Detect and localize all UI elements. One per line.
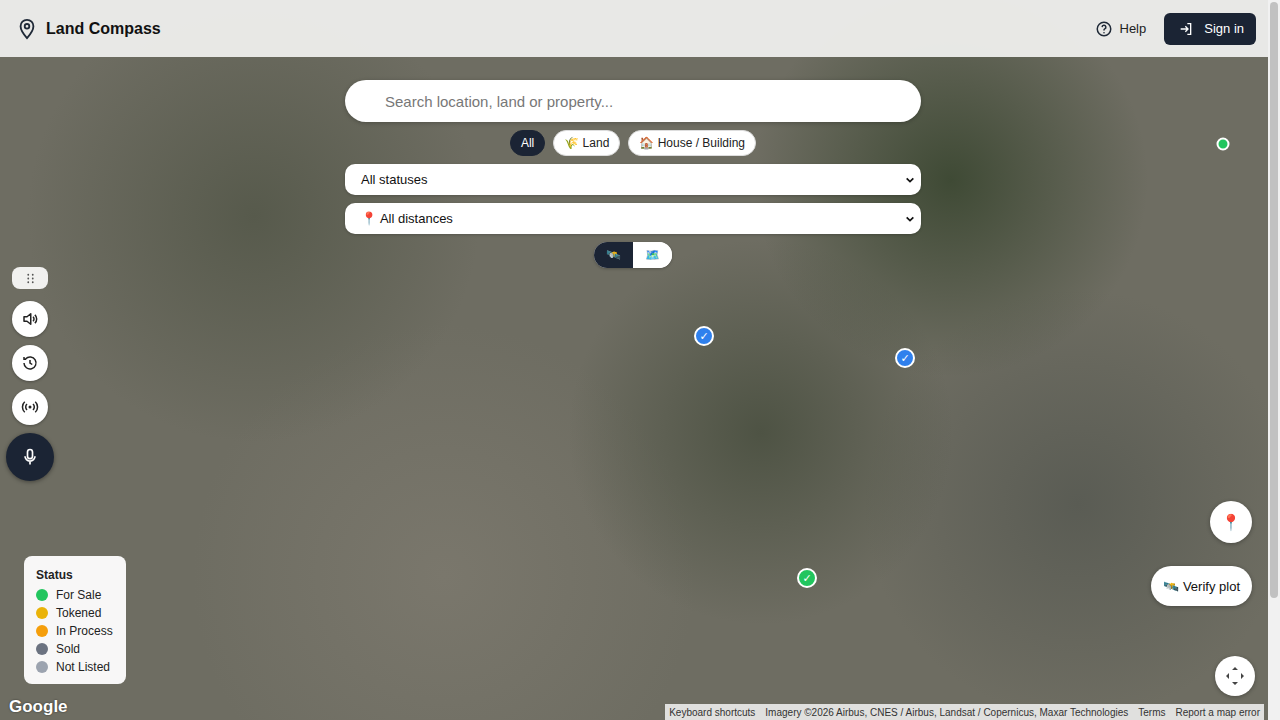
map-pin[interactable]: ✓ bbox=[694, 326, 714, 346]
verified-mark: ✓ bbox=[699, 331, 708, 342]
voice-search-button[interactable] bbox=[6, 433, 54, 481]
attribution-link[interactable]: Terms bbox=[1138, 707, 1165, 718]
camera-control-button[interactable] bbox=[1215, 656, 1255, 696]
status-dot bbox=[36, 625, 48, 637]
grip-icon bbox=[26, 273, 35, 284]
map-type-toggle: 🛰️🗺️ bbox=[594, 242, 672, 268]
status-select[interactable]: All statuses bbox=[345, 164, 921, 195]
map-type-option[interactable]: 🛰️ bbox=[594, 242, 633, 268]
type-filter-chip[interactable]: 🏠 House / Building bbox=[628, 130, 756, 156]
verified-mark: ✓ bbox=[900, 353, 909, 364]
brand-name: Land Compass bbox=[46, 20, 161, 38]
legend-item: Sold bbox=[36, 642, 114, 656]
sign-in-icon bbox=[1178, 21, 1194, 37]
history-button[interactable] bbox=[12, 345, 48, 381]
locate-button[interactable]: 📍 bbox=[1210, 501, 1252, 543]
broadcast-icon bbox=[21, 398, 39, 416]
search-input[interactable]: Search location, land or property... bbox=[345, 80, 921, 122]
land-compass-page: ✓ ✓ ✓ Land Compass Help Sign in Search loc… bbox=[0, 0, 1280, 720]
help-button[interactable]: Help bbox=[1091, 16, 1151, 42]
top-bar: Land Compass Help Sign in bbox=[0, 0, 1268, 57]
legend-title: Status bbox=[36, 568, 114, 582]
legend-item: In Process bbox=[36, 624, 114, 638]
distance-select[interactable]: 📍 All distances bbox=[345, 203, 921, 234]
type-filters: All 🌾 Land 🏠 House / Building bbox=[510, 130, 756, 156]
chevron-down-icon bbox=[905, 175, 915, 185]
status-legend: Status For Sale Tokened In Process Sold … bbox=[24, 556, 126, 684]
microphone-icon bbox=[20, 447, 40, 467]
scrollbar-thumb[interactable] bbox=[1270, 2, 1278, 598]
verified-mark: ✓ bbox=[802, 573, 811, 584]
scrollbar[interactable] bbox=[1268, 0, 1280, 720]
map-pin[interactable]: ✓ bbox=[797, 568, 817, 588]
attribution-link[interactable]: Report a map error bbox=[1176, 707, 1260, 718]
history-icon bbox=[21, 354, 39, 372]
map-type-option[interactable]: 🗺️ bbox=[633, 242, 672, 268]
sign-in-button[interactable]: Sign in bbox=[1164, 13, 1256, 45]
map-attribution: Keyboard shortcuts Imagery ©2026 Airbus, … bbox=[665, 704, 1264, 720]
chevron-down-icon bbox=[905, 214, 915, 224]
sound-button[interactable] bbox=[12, 301, 48, 337]
attribution-link[interactable]: Imagery ©2026 Airbus, CNES / Airbus, Lan… bbox=[765, 707, 1128, 718]
search-panel: Search location, land or property... All… bbox=[345, 80, 921, 268]
status-dot bbox=[36, 589, 48, 601]
drag-handle[interactable] bbox=[12, 267, 48, 289]
type-filter-chip[interactable]: 🌾 Land bbox=[553, 130, 620, 156]
google-logo: Google bbox=[9, 697, 68, 717]
verify-plot-button[interactable]: 🛰️ Verify plot bbox=[1151, 566, 1252, 606]
status-dot bbox=[36, 661, 48, 673]
move-arrows-icon bbox=[1223, 664, 1247, 688]
map-pin[interactable] bbox=[1217, 138, 1230, 151]
search-placeholder: Search location, land or property... bbox=[385, 93, 613, 110]
attribution-link[interactable]: Keyboard shortcuts bbox=[669, 707, 755, 718]
legend-item: Tokened bbox=[36, 606, 114, 620]
map-pin[interactable]: ✓ bbox=[895, 348, 915, 368]
status-dot bbox=[36, 643, 48, 655]
brand[interactable]: Land Compass bbox=[16, 18, 161, 40]
left-toolbar bbox=[6, 267, 54, 481]
broadcast-button[interactable] bbox=[12, 389, 48, 425]
type-filter-chip[interactable]: All bbox=[510, 130, 545, 156]
legend-item: Not Listed bbox=[36, 660, 114, 674]
help-icon bbox=[1095, 20, 1113, 38]
speaker-icon bbox=[21, 310, 39, 328]
legend-item: For Sale bbox=[36, 588, 114, 602]
location-pin-icon bbox=[16, 18, 38, 40]
status-dot bbox=[36, 607, 48, 619]
